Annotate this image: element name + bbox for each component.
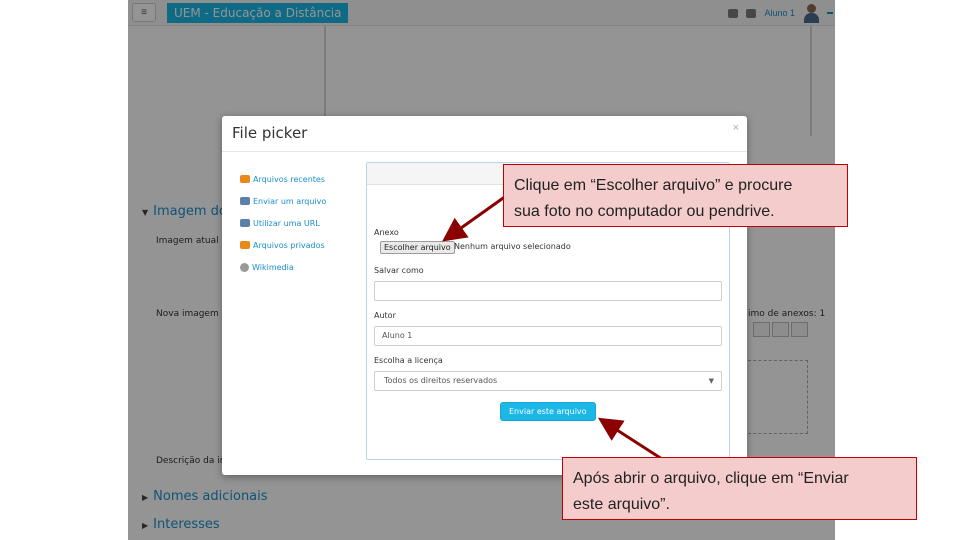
license-label: Escolha a licença bbox=[374, 356, 443, 365]
save-as-input[interactable] bbox=[374, 281, 722, 301]
repo-url[interactable]: Utilizar uma URL bbox=[240, 212, 360, 234]
save-as-label: Salvar como bbox=[374, 266, 424, 275]
license-select[interactable]: Todos os direitos reservados ▼ bbox=[374, 371, 722, 391]
choose-file-button[interactable]: Escolher arquivo bbox=[380, 241, 455, 254]
dialog-title: File picker bbox=[232, 124, 308, 142]
repo-label: Wikimedia bbox=[252, 262, 294, 272]
private-files-icon bbox=[240, 241, 250, 249]
upload-icon bbox=[240, 197, 250, 205]
callout-text: Clique em “Escolher arquivo” e procure bbox=[514, 177, 793, 194]
repo-label: Utilizar uma URL bbox=[253, 218, 320, 228]
callout-text: este arquivo”. bbox=[573, 496, 670, 513]
attachment-label: Anexo bbox=[374, 228, 399, 237]
chevron-down-icon: ▼ bbox=[708, 377, 714, 385]
author-label: Autor bbox=[374, 311, 396, 320]
dialog-header: File picker × bbox=[222, 116, 747, 152]
repo-label: Enviar um arquivo bbox=[253, 196, 327, 206]
author-input[interactable]: Aluno 1 bbox=[374, 326, 722, 346]
instruction-callout-send-file: Após abrir o arquivo, clique em “Enviar … bbox=[562, 457, 917, 520]
repo-recent-files[interactable]: Arquivos recentes bbox=[240, 168, 360, 190]
recent-files-icon bbox=[240, 175, 250, 183]
instruction-callout-choose-file: Clique em “Escolher arquivo” e procure s… bbox=[503, 164, 848, 227]
repository-list: Arquivos recentes Enviar um arquivo Util… bbox=[240, 168, 360, 278]
callout-text: sua foto no computador ou pendrive. bbox=[514, 203, 775, 220]
repo-label: Arquivos privados bbox=[253, 240, 325, 250]
repo-private-files[interactable]: Arquivos privados bbox=[240, 234, 360, 256]
license-selected-value: Todos os direitos reservados bbox=[384, 376, 498, 385]
url-icon bbox=[240, 219, 250, 227]
repo-upload-file[interactable]: Enviar um arquivo bbox=[240, 190, 360, 212]
send-file-button[interactable]: Enviar este arquivo bbox=[500, 402, 596, 421]
repo-label: Arquivos recentes bbox=[253, 174, 325, 184]
repo-wikimedia[interactable]: Wikimedia bbox=[240, 256, 360, 278]
callout-text: Após abrir o arquivo, clique em “Enviar bbox=[573, 470, 849, 487]
close-icon[interactable]: × bbox=[733, 122, 739, 134]
no-file-text: Nenhum arquivo selecionado bbox=[454, 242, 571, 251]
wikimedia-icon bbox=[240, 262, 249, 272]
